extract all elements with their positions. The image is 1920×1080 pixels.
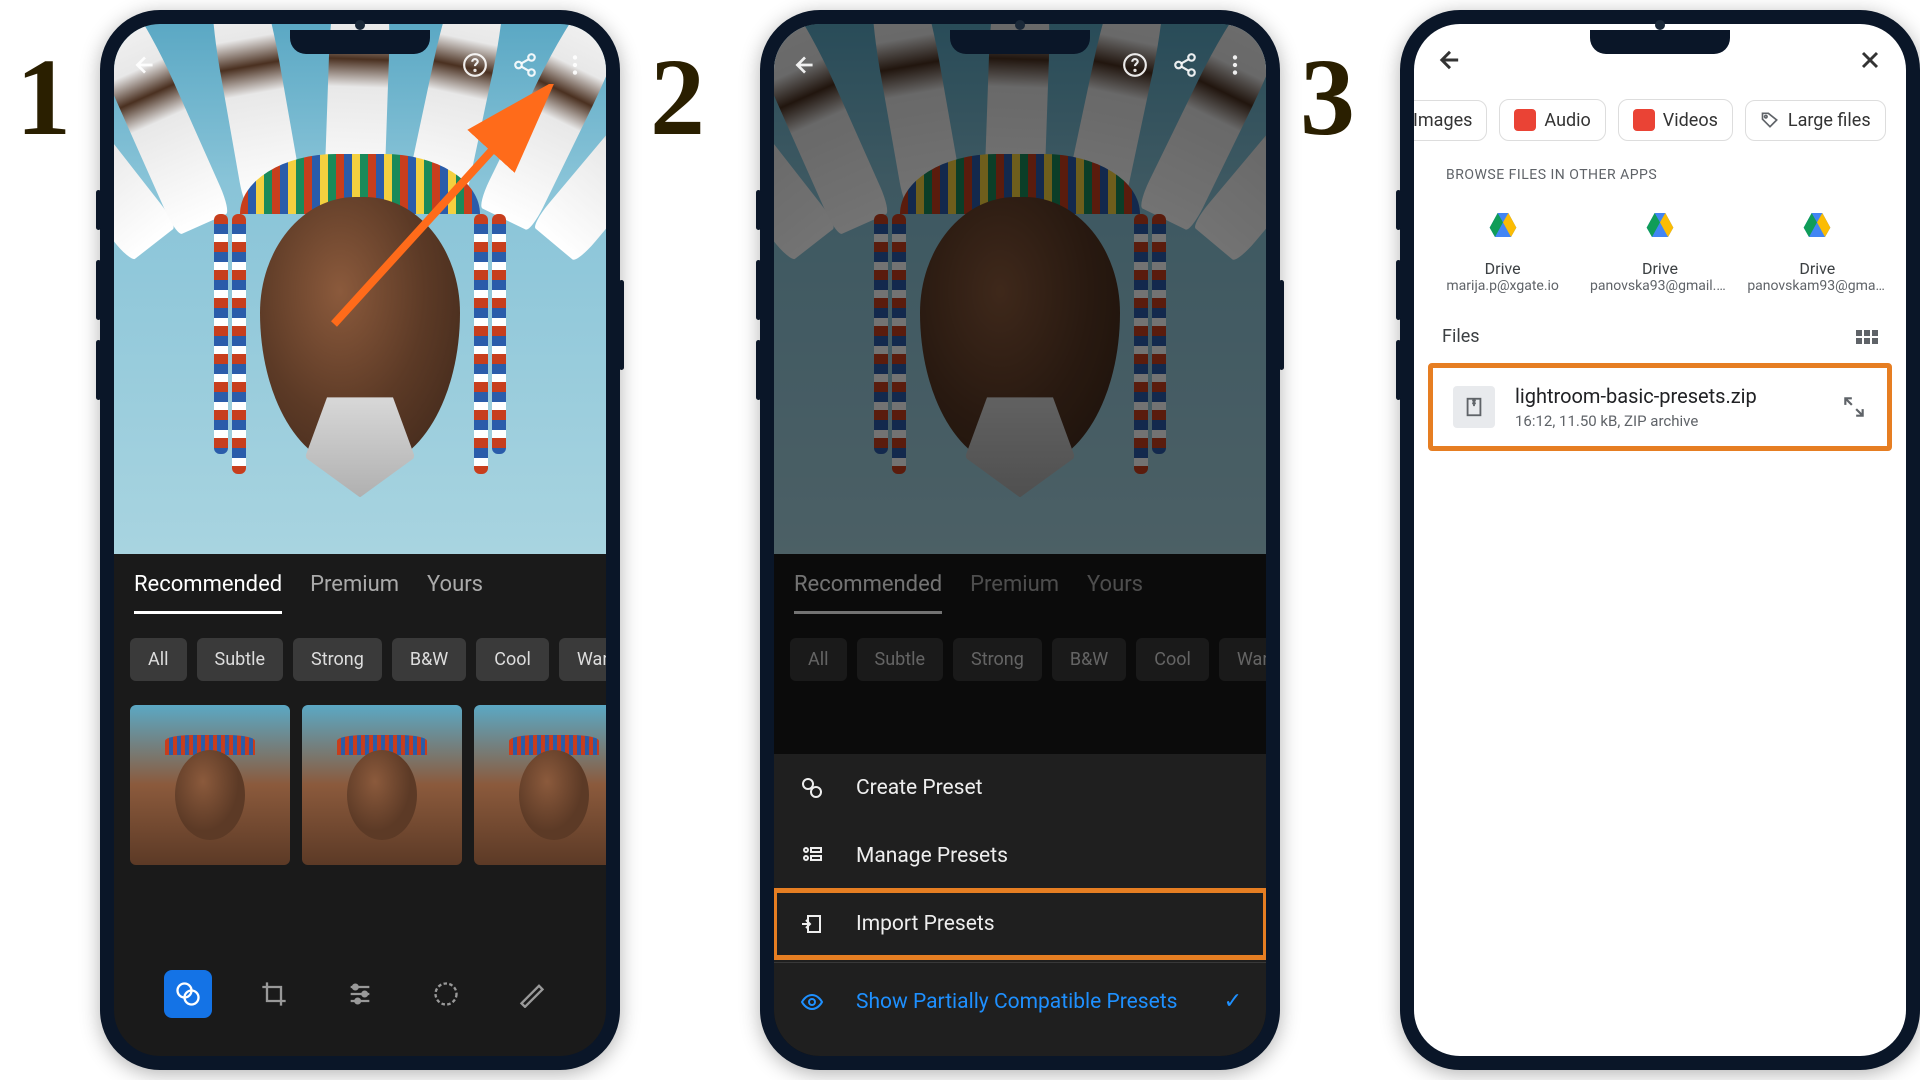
chip-cool[interactable]: Cool bbox=[476, 638, 549, 681]
chip-large-files[interactable]: Large files bbox=[1745, 100, 1886, 141]
close-icon[interactable] bbox=[1856, 46, 1884, 81]
help-icon[interactable] bbox=[462, 52, 488, 78]
drive-name: Drive bbox=[1747, 259, 1887, 278]
chip-strong[interactable]: Strong bbox=[293, 638, 382, 681]
chip-audio[interactable]: Audio bbox=[1499, 99, 1605, 141]
more-icon[interactable] bbox=[1222, 52, 1248, 78]
heal-tool[interactable] bbox=[508, 970, 556, 1018]
tag-icon bbox=[1760, 110, 1780, 130]
chip-warm[interactable]: Warm bbox=[559, 638, 606, 681]
create-preset-label: Create Preset bbox=[856, 776, 983, 800]
import-icon bbox=[798, 912, 826, 936]
more-icon[interactable] bbox=[562, 52, 588, 78]
drive-email: marija.p@xgate.io bbox=[1433, 278, 1573, 294]
file-meta: 16:12, 11.50 kB, ZIP archive bbox=[1515, 412, 1821, 430]
step-3-label: 3 bbox=[1300, 34, 1355, 161]
tab-recommended[interactable]: Recommended bbox=[134, 572, 282, 614]
step-2-label: 2 bbox=[650, 34, 705, 161]
chip-bw[interactable]: B&W bbox=[392, 638, 466, 681]
tab-premium[interactable]: Premium bbox=[310, 572, 399, 614]
show-partial-label: Show Partially Compatible Presets bbox=[856, 990, 1177, 1014]
files-label: Files bbox=[1442, 326, 1480, 347]
drive-email: panovskam93@gmail... bbox=[1747, 278, 1887, 294]
help-icon[interactable] bbox=[1122, 52, 1148, 78]
preset-thumb[interactable] bbox=[130, 705, 290, 865]
create-icon bbox=[798, 776, 826, 800]
file-picker-screen: Images Audio Videos Large files BROWSE F… bbox=[1414, 24, 1906, 1056]
drive-account[interactable]: Drive panovskam93@gmail... bbox=[1747, 209, 1887, 294]
import-presets-label: Import Presets bbox=[856, 912, 995, 936]
drive-accounts: Drive marija.p@xgate.io Drive panovska93… bbox=[1414, 191, 1906, 316]
presets-tool[interactable] bbox=[164, 970, 212, 1018]
share-icon[interactable] bbox=[1172, 52, 1198, 78]
drive-icon bbox=[1799, 209, 1835, 241]
adjust-tool[interactable] bbox=[336, 970, 384, 1018]
preset-tabs: Recommended Premium Yours bbox=[114, 554, 606, 614]
file-name: lightroom-basic-presets.zip bbox=[1515, 384, 1821, 408]
detail-tool[interactable] bbox=[422, 970, 470, 1018]
tutorial-arrow bbox=[314, 84, 564, 344]
manage-presets-item[interactable]: Manage Presets bbox=[774, 822, 1266, 890]
chip-videos[interactable]: Videos bbox=[1618, 99, 1733, 141]
drive-account[interactable]: Drive marija.p@xgate.io bbox=[1433, 209, 1573, 294]
share-icon[interactable] bbox=[512, 52, 538, 78]
step-1-label: 1 bbox=[16, 34, 71, 161]
chip-all[interactable]: All bbox=[130, 638, 187, 681]
lightroom-screen-1: Recommended Premium Yours All Subtle Str… bbox=[114, 24, 606, 1056]
grid-view-icon[interactable] bbox=[1856, 330, 1878, 344]
drive-name: Drive bbox=[1433, 259, 1573, 278]
phone-1: Recommended Premium Yours All Subtle Str… bbox=[100, 10, 620, 1070]
file-item-zip[interactable]: lightroom-basic-presets.zip 16:12, 11.50… bbox=[1428, 363, 1892, 451]
create-preset-item[interactable]: Create Preset bbox=[774, 754, 1266, 822]
show-partial-item[interactable]: Show Partially Compatible Presets ✓ bbox=[774, 967, 1266, 1036]
preset-thumb[interactable] bbox=[474, 705, 606, 865]
tab-yours[interactable]: Yours bbox=[427, 572, 483, 614]
expand-icon[interactable] bbox=[1841, 394, 1867, 420]
photo-preview[interactable] bbox=[114, 24, 606, 554]
phone-3: Images Audio Videos Large files BROWSE F… bbox=[1400, 10, 1920, 1070]
zip-icon bbox=[1453, 386, 1495, 428]
back-icon[interactable] bbox=[1436, 46, 1464, 81]
drive-icon bbox=[1642, 209, 1678, 241]
audio-icon bbox=[1514, 109, 1536, 131]
divider bbox=[774, 962, 1266, 963]
chip-subtle[interactable]: Subtle bbox=[197, 638, 284, 681]
lightroom-screen-2: Recommended Premium Yours All Subtle Str… bbox=[774, 24, 1266, 1056]
eye-icon bbox=[798, 990, 826, 1014]
drive-account[interactable]: Drive panovska93@gmail.c... bbox=[1590, 209, 1730, 294]
back-icon[interactable] bbox=[792, 52, 818, 78]
manage-icon bbox=[798, 844, 826, 868]
chip-images[interactable]: Images bbox=[1414, 100, 1487, 141]
drive-email: panovska93@gmail.c... bbox=[1590, 278, 1730, 294]
check-icon: ✓ bbox=[1224, 989, 1242, 1014]
drive-icon bbox=[1485, 209, 1521, 241]
videos-icon bbox=[1633, 109, 1655, 131]
preset-thumb[interactable] bbox=[302, 705, 462, 865]
browse-apps-title: BROWSE FILES IN OTHER APPS bbox=[1414, 159, 1906, 191]
crop-tool[interactable] bbox=[250, 970, 298, 1018]
manage-presets-label: Manage Presets bbox=[856, 844, 1008, 868]
bottom-toolbar bbox=[114, 954, 606, 1034]
filter-chips: All Subtle Strong B&W Cool Warm bbox=[114, 614, 606, 681]
import-presets-item[interactable]: Import Presets bbox=[774, 890, 1266, 958]
phone-2: Recommended Premium Yours All Subtle Str… bbox=[760, 10, 1280, 1070]
preset-thumbnails bbox=[114, 681, 606, 865]
preset-menu-sheet: Create Preset Manage Presets Import Pres… bbox=[774, 754, 1266, 1056]
back-icon[interactable] bbox=[132, 52, 158, 78]
drive-name: Drive bbox=[1590, 259, 1730, 278]
category-chips: Images Audio Videos Large files bbox=[1414, 95, 1906, 159]
